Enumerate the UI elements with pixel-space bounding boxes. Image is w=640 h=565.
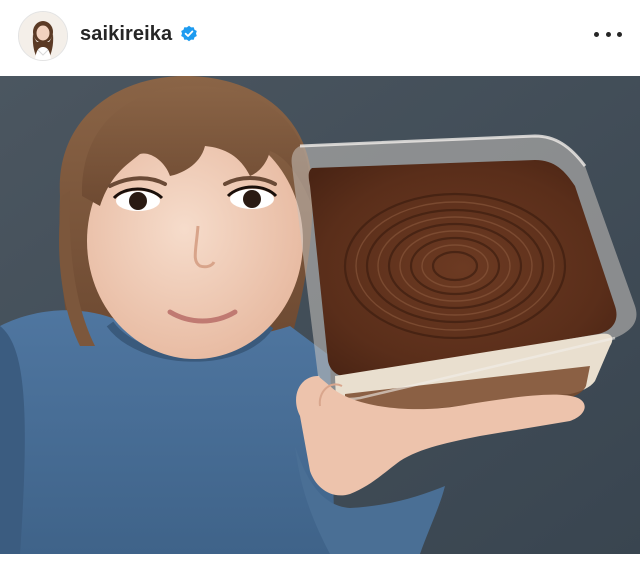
selfie-with-tiramisu-image (0, 76, 640, 554)
more-options-dot (594, 31, 599, 37)
username-link[interactable]: saikireika (80, 23, 172, 46)
post-bottom-spacer (0, 554, 640, 565)
avatar-image (19, 12, 67, 60)
verified-badge-icon (181, 25, 198, 42)
tiramisu-container (291, 134, 637, 417)
post-photo[interactable] (0, 76, 640, 554)
more-options-dot (617, 31, 622, 37)
post-header: saikireika (0, 0, 640, 70)
profile-avatar[interactable] (18, 11, 68, 61)
username-row: saikireika (80, 20, 198, 48)
more-options-dot (605, 31, 611, 37)
more-options-button[interactable] (594, 22, 622, 46)
